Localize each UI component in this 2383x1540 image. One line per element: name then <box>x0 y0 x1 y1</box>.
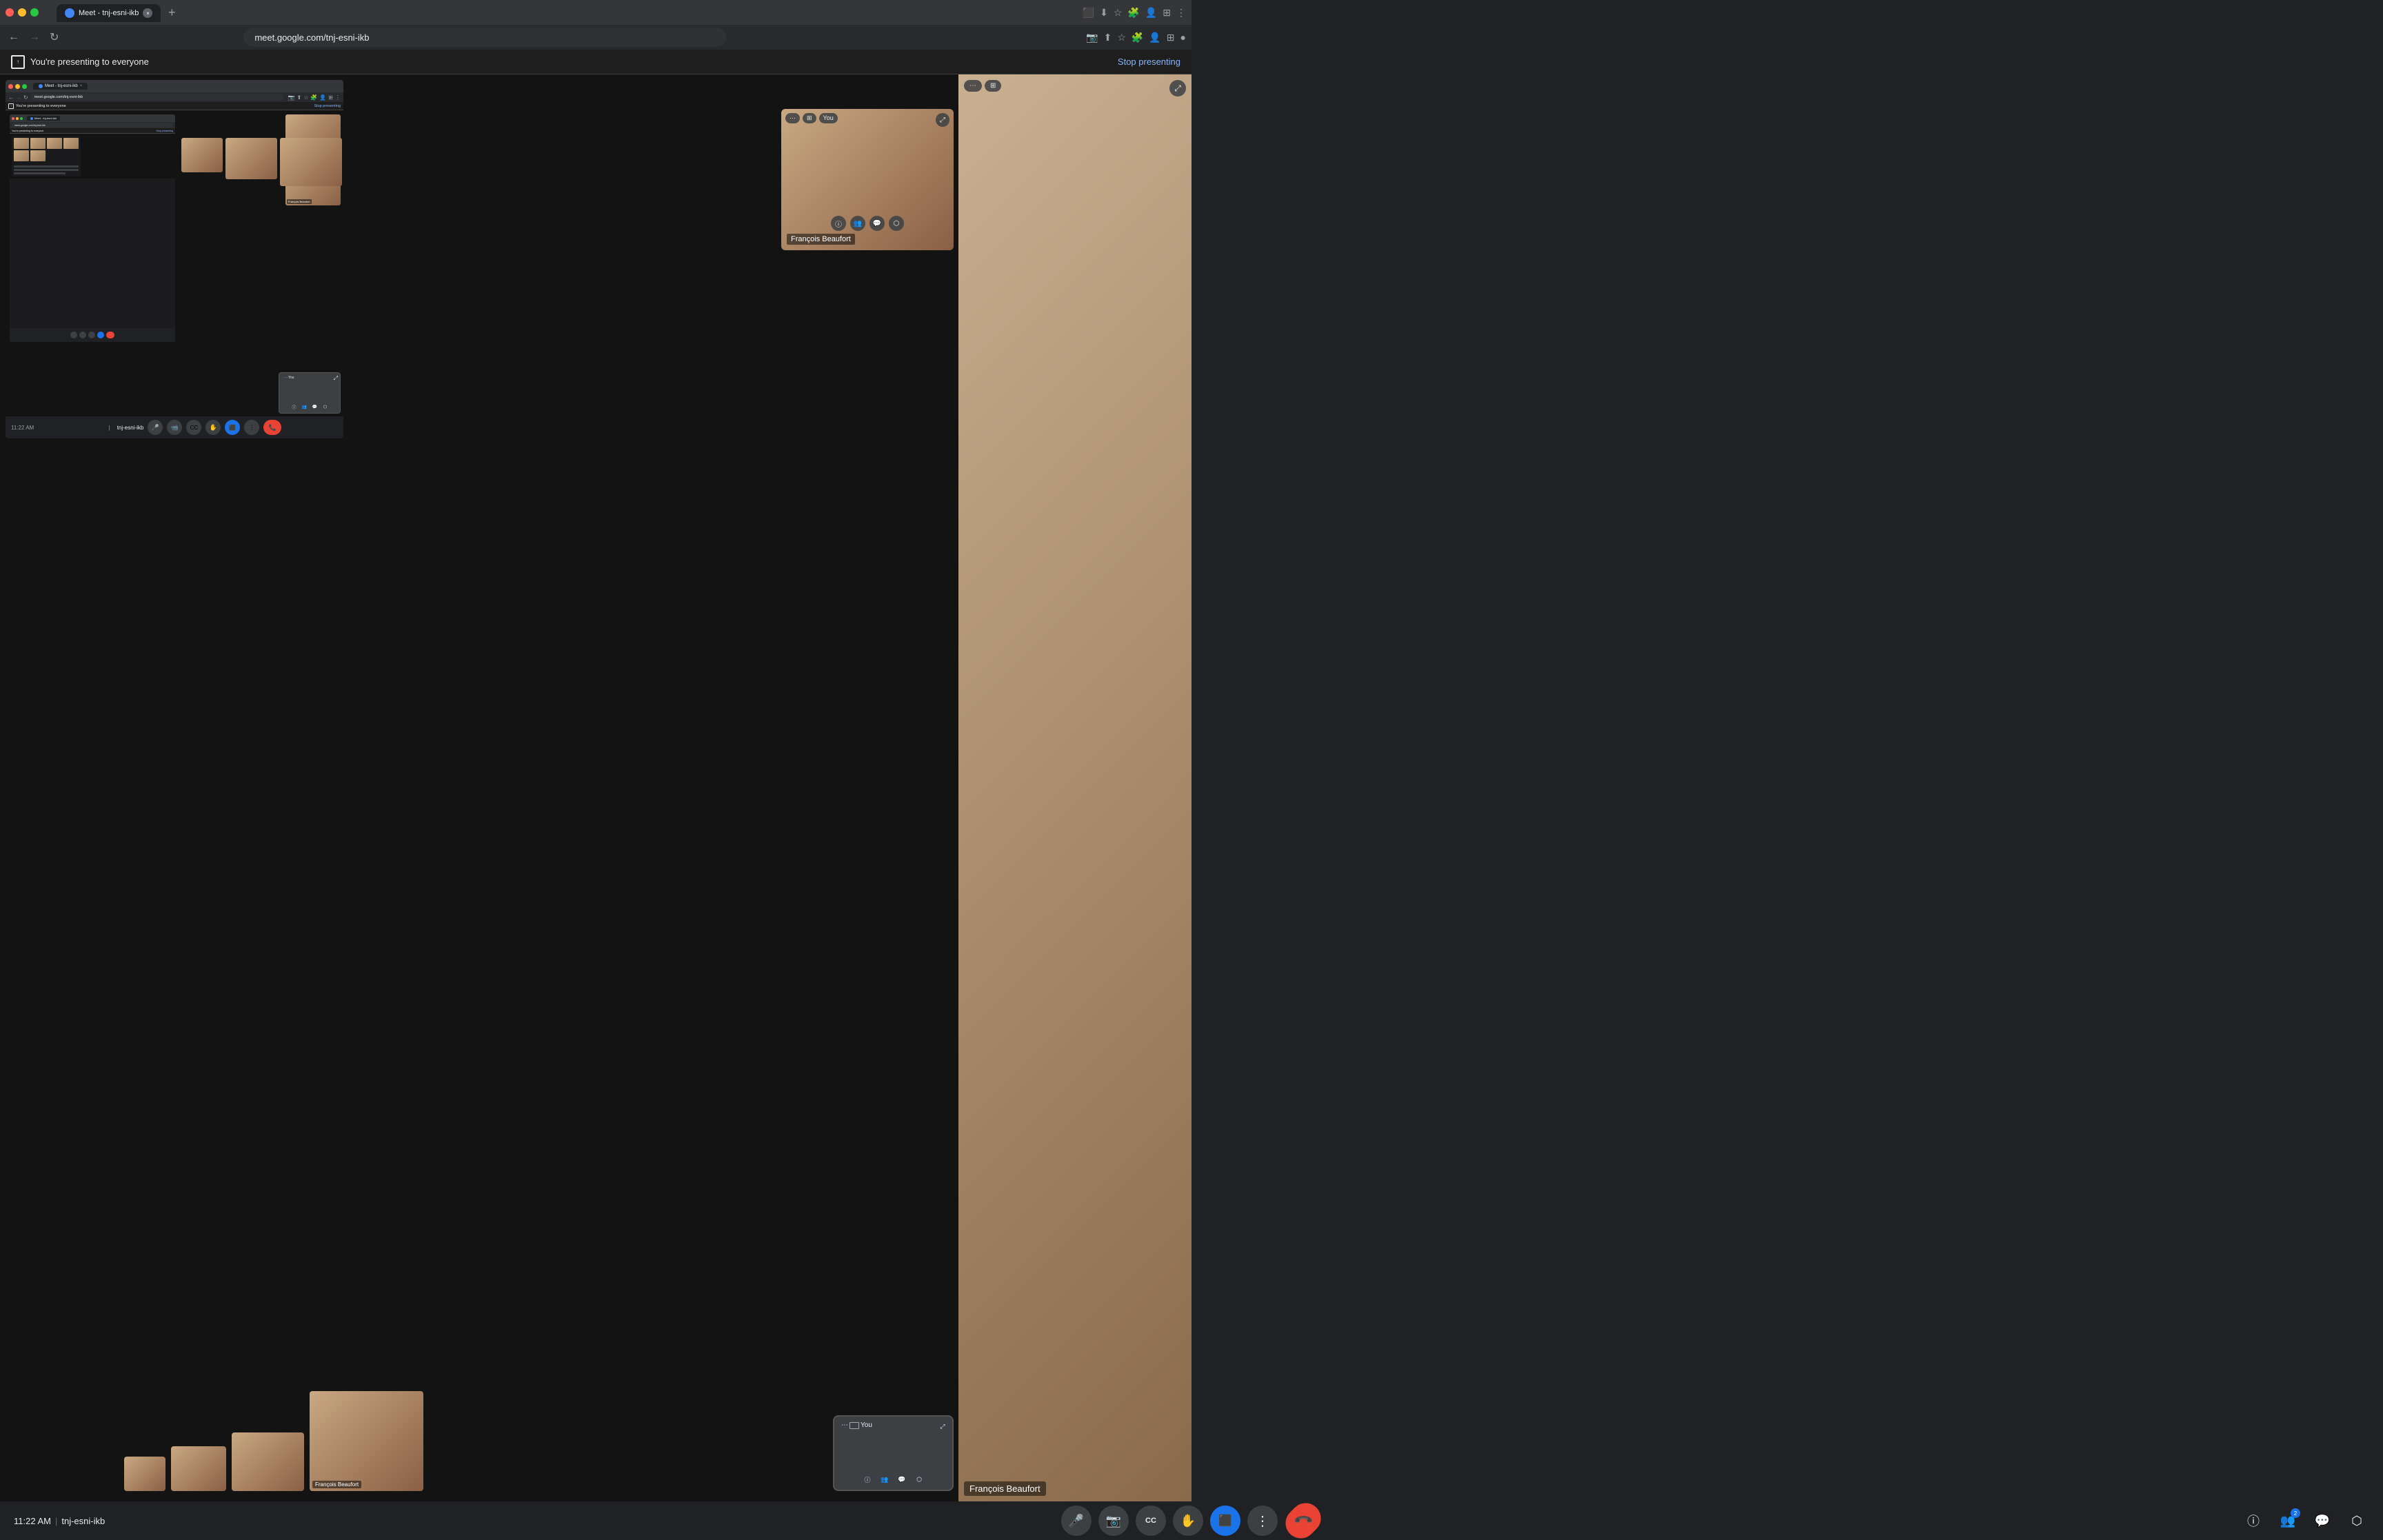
browser-control-maximize[interactable] <box>30 8 39 17</box>
participant-tile-francois-sm: François Beaufort <box>310 1391 423 1491</box>
you-tile-expand-btn[interactable]: ⤢ <box>936 1420 949 1432</box>
banner-text: You're presenting to everyone <box>30 57 149 67</box>
presenting-banner: ↑ You're presenting to everyone Stop pre… <box>0 50 1192 74</box>
back-btn[interactable]: ← <box>6 28 22 46</box>
address-bar[interactable]: meet.google.com/tnj-esni-ikb <box>243 28 726 47</box>
forward-btn[interactable]: → <box>26 28 43 46</box>
people-btn[interactable]: 👥 2 <box>2275 1508 2300 1533</box>
you-chat-btn[interactable]: 💬 <box>895 1472 909 1486</box>
large-tile-expand-btn[interactable]: ⤢ <box>1169 80 1186 97</box>
tile-info-btn[interactable]: ⓘ <box>831 216 846 231</box>
present-icon: ↑ <box>11 55 25 69</box>
participant-tile-3 <box>232 1432 304 1491</box>
star-icon[interactable]: ☆ <box>1117 32 1126 43</box>
captions-btn[interactable]: CC <box>1136 1506 1166 1536</box>
stop-presenting-btn[interactable]: Stop presenting <box>1118 57 1180 67</box>
account-icon[interactable]: ● <box>1180 32 1186 43</box>
bookmark-icon[interactable]: ☆ <box>1114 7 1123 19</box>
nested-tab-title: Meet - tnj-esni-ikb <box>45 84 78 88</box>
center-controls: 🎤 📷 CC ✋ ⬛ ⋮ 📞 <box>1061 1506 1322 1536</box>
person-icon[interactable]: 👤 <box>1149 32 1160 43</box>
present-screen-btn[interactable]: ⬛ <box>1210 1506 1240 1536</box>
grid-icon[interactable]: ⊞ <box>1167 32 1175 43</box>
you-floating-tile: ⋯ You ⤢ ⓘ 👥 💬 ⬡ <box>833 1415 954 1491</box>
chat-btn[interactable]: 💬 <box>2310 1508 2335 1533</box>
camera-btn[interactable]: 📷 <box>1098 1506 1129 1536</box>
new-tab-btn[interactable]: + <box>162 3 181 22</box>
extensions-icon[interactable]: 🧩 <box>1127 7 1139 19</box>
cast-icon[interactable]: ⬛ <box>1083 7 1094 19</box>
you-people-btn[interactable]: 👥 <box>878 1472 892 1486</box>
francois-medium-tile: François Beaufort ⋯ ⊞ You ⤢ ⓘ 👥 💬 ⬡ <box>781 109 954 250</box>
end-call-btn[interactable]: 📞 <box>1279 1497 1327 1540</box>
large-tile-more-btn[interactable]: ⋯ <box>964 80 982 92</box>
puzzle-icon[interactable]: 🧩 <box>1132 32 1143 43</box>
tile-people-btn[interactable]: 👥 <box>850 216 865 231</box>
you-activities-btn[interactable]: ⬡ <box>912 1472 926 1486</box>
screen-share-area: Meet - tnj-esni-ikb × ← → ↻ meet.google.… <box>0 74 1192 1501</box>
mic-btn[interactable]: 🎤 <box>1061 1506 1092 1536</box>
more-options-btn[interactable]: ⋮ <box>1247 1506 1278 1536</box>
you-info-btn[interactable]: ⓘ <box>861 1472 874 1486</box>
tile-activities-btn[interactable]: ⬡ <box>889 216 904 231</box>
split-view-icon[interactable]: ⊞ <box>1163 7 1171 19</box>
menu-icon[interactable]: ⋮ <box>1176 7 1186 19</box>
francois-med-label: François Beaufort <box>787 234 855 245</box>
tab-favicon <box>65 8 74 18</box>
share-icon[interactable]: ⬆ <box>1104 32 1112 43</box>
url-text: meet.google.com/tnj-esni-ikb <box>254 32 369 43</box>
francois-large-tile: François Beaufort ⋯ ⊞ ⤢ <box>958 74 1192 1501</box>
people-badge: 2 <box>2291 1508 2300 1518</box>
tile-expand-btn[interactable]: ⤢ <box>936 113 949 127</box>
nested-browser-window: Meet - tnj-esni-ikb × ← → ↻ meet.google.… <box>6 80 343 438</box>
tab-close-btn[interactable]: × <box>143 8 152 18</box>
tile-pip-btn[interactable]: ⊞ <box>803 113 816 123</box>
profile-icon[interactable]: 👤 <box>1145 7 1157 19</box>
participant-tile-1 <box>124 1457 165 1491</box>
reload-btn[interactable]: ↻ <box>47 28 61 47</box>
browser-control-minimize[interactable] <box>18 8 26 17</box>
francois-sm-label: François Beaufort <box>312 1481 361 1488</box>
participant-tile-2 <box>171 1446 226 1491</box>
nested-url: meet.google.com/tnj-esni-ikb <box>34 95 83 99</box>
right-controls: ⓘ 👥 2 💬 ⬡ <box>2241 1508 2369 1533</box>
info-btn[interactable]: ⓘ <box>2241 1508 2266 1533</box>
nested-presenting-text: You're presenting to everyone <box>16 104 66 108</box>
tile-more-btn[interactable]: ⋯ <box>785 113 800 123</box>
tile-chat-btn[interactable]: 💬 <box>869 216 885 231</box>
large-tile-pip-btn[interactable]: ⊞ <box>985 80 1001 92</box>
divider: | <box>55 1516 57 1526</box>
meeting-name: tnj-esni-ikb <box>61 1516 105 1526</box>
meeting-info: 11:22 AM | tnj-esni-ikb <box>14 1516 105 1526</box>
active-tab[interactable]: Meet - tnj-esni-ikb × <box>57 4 161 22</box>
raise-hand-btn[interactable]: ✋ <box>1173 1506 1203 1536</box>
downloads-icon[interactable]: ⬇ <box>1100 7 1108 19</box>
meeting-time: 11:22 AM <box>14 1516 51 1526</box>
cast-toolbar-icon[interactable]: 📷 <box>1086 32 1098 43</box>
you-label: You <box>861 1421 872 1429</box>
francois-large-label: François Beaufort <box>964 1481 1046 1496</box>
nested-stop-btn[interactable]: Stop presenting <box>314 104 341 108</box>
activities-btn[interactable]: ⬡ <box>2344 1508 2369 1533</box>
browser-control-close[interactable] <box>6 8 14 17</box>
you-tile-more-btn[interactable]: ⋯ You <box>838 1420 876 1430</box>
bottom-toolbar: 11:22 AM | tnj-esni-ikb 🎤 📷 CC ✋ ⬛ ⋮ 📞 ⓘ… <box>0 1501 2383 1540</box>
tab-title: Meet - tnj-esni-ikb <box>79 9 139 17</box>
